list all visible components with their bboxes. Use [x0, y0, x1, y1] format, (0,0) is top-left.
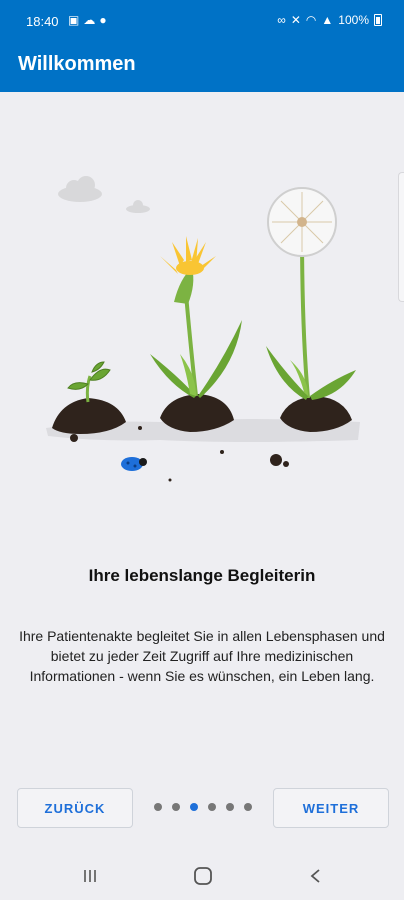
wifi-icon: ◠ [305, 13, 317, 27]
onboarding-headline: Ihre lebenslange Begleiterin [88, 566, 316, 585]
status-time: 18:40 [26, 14, 59, 29]
recent-apps-icon[interactable] [77, 864, 103, 888]
page-dot[interactable] [208, 803, 216, 811]
mute-icon: ✕ [290, 13, 301, 27]
back-button[interactable]: ZURÜCK [17, 788, 133, 828]
signal-icon: ▲ [321, 13, 334, 27]
page-dot[interactable] [244, 803, 252, 811]
next-button[interactable]: WEITER [273, 788, 389, 828]
back-icon[interactable] [303, 864, 329, 888]
page-dot[interactable] [172, 803, 180, 811]
lightbulb-icon: ● [99, 13, 107, 27]
page-dot[interactable] [226, 803, 234, 811]
page-title: Willkommen [18, 53, 136, 75]
page-dot[interactable] [154, 803, 162, 811]
page-dot-active[interactable] [190, 803, 198, 811]
onboarding-description: Ihre Patientenakte begleitet Sie in alle… [19, 628, 385, 684]
link-icon: ∞ [277, 13, 286, 27]
status-bar: 18:40 ▣ ☁ ● ∞ ✕ ◠ ▲ 100% [0, 0, 404, 44]
growing-plants-illustration [46, 176, 360, 482]
system-nav-bar [0, 852, 404, 900]
cloud-icon: ☁ [83, 13, 96, 27]
page-indicator [154, 803, 252, 811]
app-bar: Willkommen [0, 44, 404, 92]
edge-panel-handle[interactable] [398, 172, 404, 302]
battery-label: 100% [338, 13, 369, 27]
cloud-illustration [58, 176, 150, 213]
photo-icon: ▣ [68, 13, 80, 27]
ladybug-illustration [121, 457, 147, 471]
home-icon[interactable] [190, 864, 216, 888]
battery-icon [374, 14, 382, 26]
